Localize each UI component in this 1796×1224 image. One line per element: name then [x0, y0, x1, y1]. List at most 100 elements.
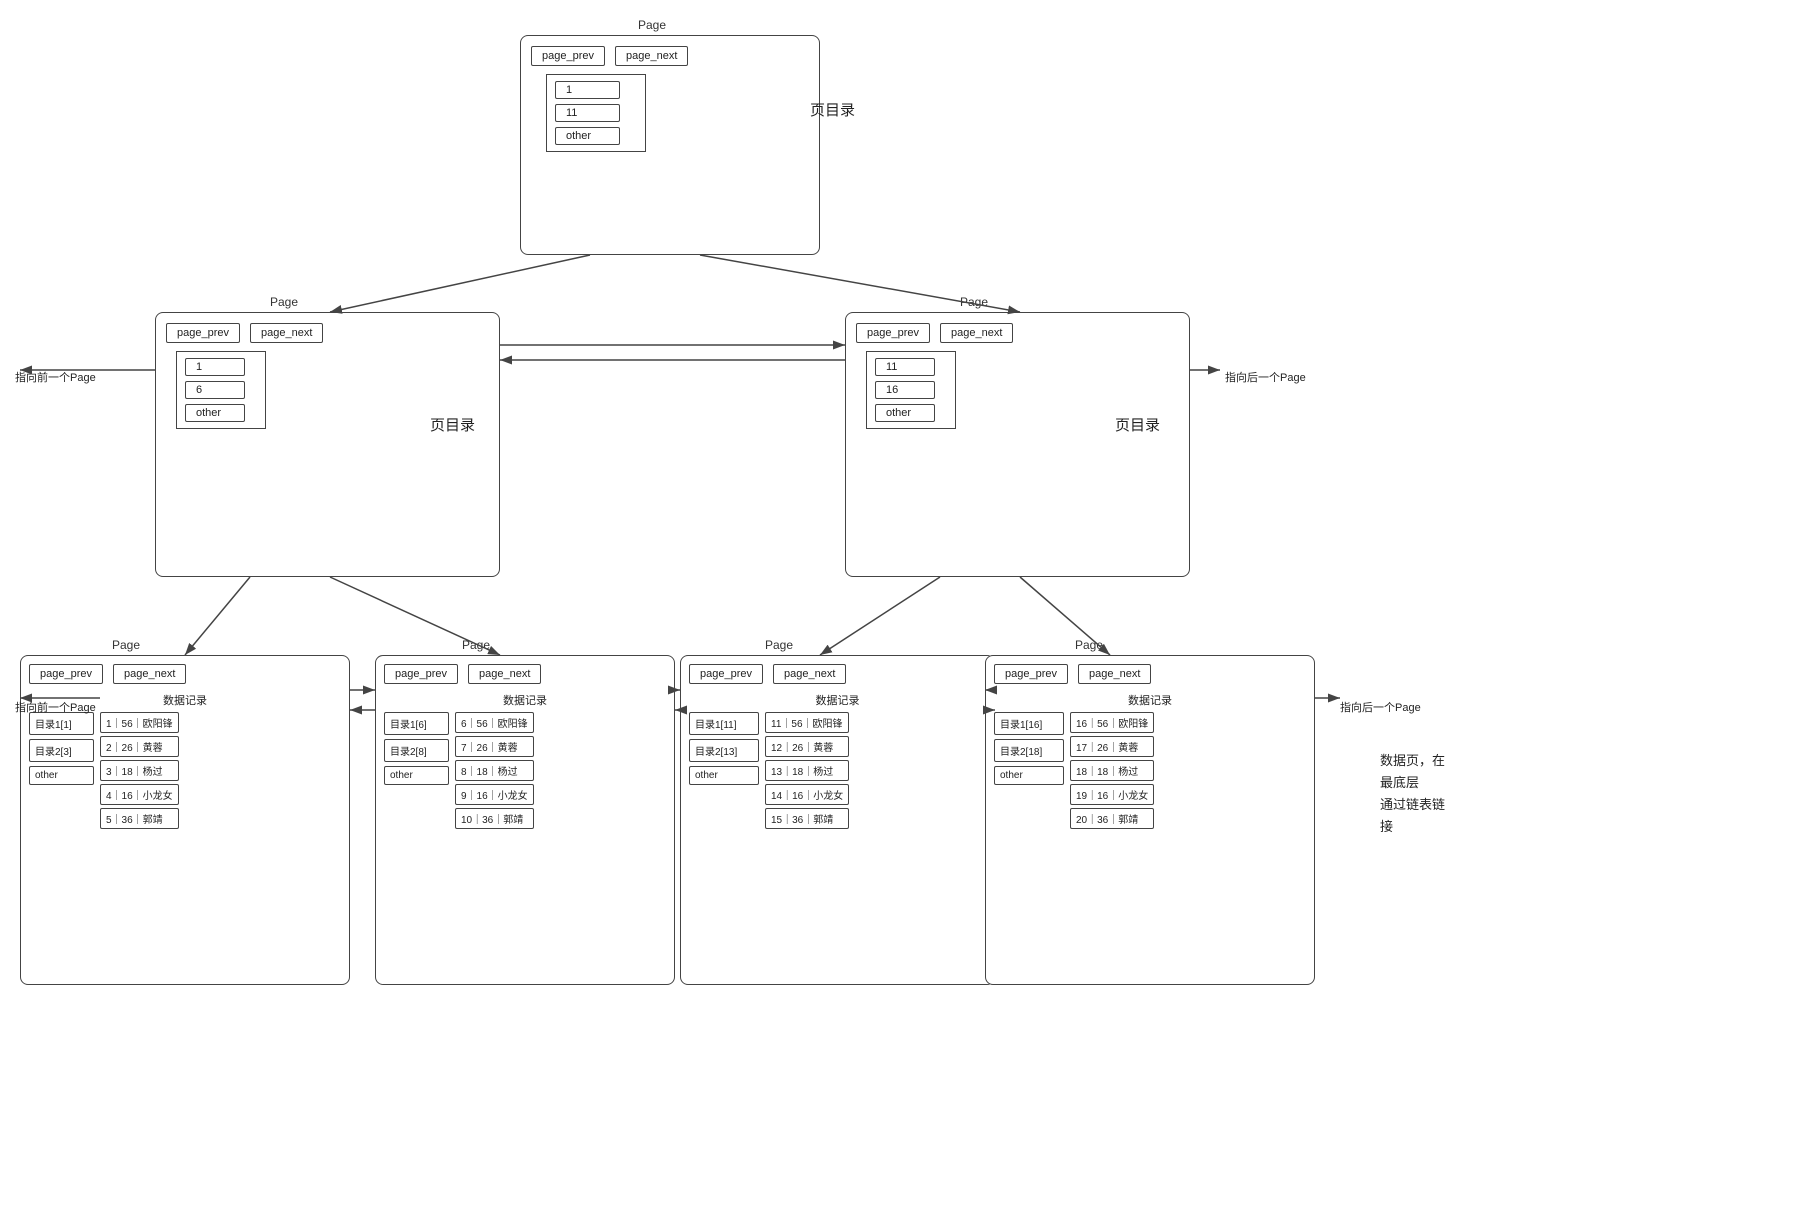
- mid-right-btn-row: page_prev page_next: [856, 323, 1179, 343]
- mid-right-index-11: 11: [875, 358, 935, 376]
- mid-right-page-label: Page: [960, 295, 988, 309]
- bottom-1-content: 目录1[1] 目录2[3] other 1｜56｜欧阳锋 2｜26｜黄蓉 3｜1…: [29, 712, 341, 829]
- mid-left-page-prev-btn[interactable]: page_prev: [166, 323, 240, 343]
- bottom-4-content: 目录1[16] 目录2[18] other 16｜56｜欧阳锋 17｜26｜黄蓉…: [994, 712, 1306, 829]
- mid-left-index-box: 1 6 other: [176, 351, 266, 429]
- top-btn-row: page_prev page_next: [531, 46, 809, 66]
- top-index-box: 1 11 other: [546, 74, 646, 152]
- mid-left-btn-row: page_prev page_next: [166, 323, 489, 343]
- bottom-4-idx-1: 目录1[16]: [994, 712, 1064, 735]
- top-catalog-label: 页目录: [810, 100, 855, 123]
- bottom-page-2-box: page_prev page_next 数据记录 目录1[6] 目录2[8] o…: [375, 655, 675, 985]
- bottom-2-page-next-btn[interactable]: page_next: [468, 664, 541, 684]
- bottom-1-page-next-btn[interactable]: page_next: [113, 664, 186, 684]
- mid-left-page-box: page_prev page_next 1 6 other: [155, 312, 500, 577]
- bottom-1-idx-other: other: [29, 766, 94, 785]
- bottom-4-page-next-btn[interactable]: page_next: [1078, 664, 1151, 684]
- bottom-1-idx-2: 目录2[3]: [29, 739, 94, 762]
- bottom-3-content: 目录1[11] 目录2[13] other 11｜56｜欧阳锋 12｜26｜黄蓉…: [689, 712, 986, 829]
- bottom-2-idx-other: other: [384, 766, 449, 785]
- bottom-4-row-2: 17｜26｜黄蓉: [1070, 736, 1154, 757]
- top-page-prev-btn[interactable]: page_prev: [531, 46, 605, 66]
- bottom-2-btn-row: page_prev page_next: [384, 664, 666, 684]
- bottom-3-row-1: 11｜56｜欧阳锋: [765, 712, 849, 733]
- bottom-3-idx-1: 目录1[11]: [689, 712, 759, 735]
- bottom-4-row-5: 20｜36｜郭靖: [1070, 808, 1154, 829]
- bottom-4-idx-2: 目录2[18]: [994, 739, 1064, 762]
- data-page-desc: 数据页，在最底层通过链表链接: [1380, 750, 1445, 838]
- bottom-1-data-rows: 1｜56｜欧阳锋 2｜26｜黄蓉 3｜18｜杨过 4｜16｜小龙女 5｜36｜郭…: [100, 712, 179, 829]
- bottom-3-btn-row: page_prev page_next: [689, 664, 986, 684]
- bottom-1-row-2: 2｜26｜黄蓉: [100, 736, 179, 757]
- bottom-1-index: 目录1[1] 目录2[3] other: [29, 712, 94, 829]
- bottom-2-row-3: 8｜18｜杨过: [455, 760, 534, 781]
- mid-left-page-next-btn[interactable]: page_next: [250, 323, 323, 343]
- bottom-2-row-5: 10｜36｜郭靖: [455, 808, 534, 829]
- bottom-3-row-3: 13｜18｜杨过: [765, 760, 849, 781]
- bottom-4-section-title: 数据记录: [994, 692, 1306, 708]
- bottom-page-1-label: Page: [112, 638, 140, 652]
- bottom-3-row-4: 14｜16｜小龙女: [765, 784, 849, 805]
- top-page-label: Page: [638, 18, 666, 32]
- top-page-box: page_prev page_next 1 11 other: [520, 35, 820, 255]
- point-prev-mid-left: 指向前一个Page: [15, 370, 96, 387]
- bottom-4-row-3: 18｜18｜杨过: [1070, 760, 1154, 781]
- bottom-4-index: 目录1[16] 目录2[18] other: [994, 712, 1064, 829]
- mid-left-page-label: Page: [270, 295, 298, 309]
- bottom-3-idx-2: 目录2[13]: [689, 739, 759, 762]
- arrows-svg: [0, 0, 1796, 1224]
- bottom-2-idx-2: 目录2[8]: [384, 739, 449, 762]
- bottom-1-row-3: 3｜18｜杨过: [100, 760, 179, 781]
- bottom-2-idx-1: 目录1[6]: [384, 712, 449, 735]
- bottom-1-btn-row: page_prev page_next: [29, 664, 341, 684]
- mid-right-index-other: other: [875, 404, 935, 422]
- bottom-3-data-rows: 11｜56｜欧阳锋 12｜26｜黄蓉 13｜18｜杨过 14｜16｜小龙女 15…: [765, 712, 849, 829]
- bottom-3-index: 目录1[11] 目录2[13] other: [689, 712, 759, 829]
- mid-left-catalog-label: 页目录: [430, 415, 475, 438]
- bottom-4-btn-row: page_prev page_next: [994, 664, 1306, 684]
- mid-right-page-prev-btn[interactable]: page_prev: [856, 323, 930, 343]
- bottom-1-page-prev-btn[interactable]: page_prev: [29, 664, 103, 684]
- top-index-other: other: [555, 127, 620, 145]
- bottom-3-page-prev-btn[interactable]: page_prev: [689, 664, 763, 684]
- bottom-2-index: 目录1[6] 目录2[8] other: [384, 712, 449, 829]
- bottom-3-row-2: 12｜26｜黄蓉: [765, 736, 849, 757]
- point-next-mid-right: 指向后一个Page: [1225, 370, 1306, 387]
- top-index-1: 1: [555, 81, 620, 99]
- bottom-4-row-1: 16｜56｜欧阳锋: [1070, 712, 1154, 733]
- mid-right-page-next-btn[interactable]: page_next: [940, 323, 1013, 343]
- bottom-3-row-5: 15｜36｜郭靖: [765, 808, 849, 829]
- bottom-page-3-label: Page: [765, 638, 793, 652]
- mid-right-index-box: 11 16 other: [866, 351, 956, 429]
- diagram-container: Page page_prev page_next 1 11 other 页目录 …: [0, 0, 1796, 1224]
- mid-left-index-1: 1: [185, 358, 245, 376]
- bottom-2-content: 目录1[6] 目录2[8] other 6｜56｜欧阳锋 7｜26｜黄蓉 8｜1…: [384, 712, 666, 829]
- bottom-page-4-label: Page: [1075, 638, 1103, 652]
- mid-right-catalog-label: 页目录: [1115, 415, 1160, 438]
- mid-right-index-16: 16: [875, 381, 935, 399]
- top-index-11: 11: [555, 104, 620, 122]
- bottom-4-row-4: 19｜16｜小龙女: [1070, 784, 1154, 805]
- bottom-1-row-1: 1｜56｜欧阳锋: [100, 712, 179, 733]
- point-next-bottom: 指向后一个Page: [1340, 700, 1421, 717]
- bottom-page-3-box: page_prev page_next 数据记录 目录1[11] 目录2[13]…: [680, 655, 995, 985]
- mid-left-index-other: other: [185, 404, 245, 422]
- bottom-2-data-rows: 6｜56｜欧阳锋 7｜26｜黄蓉 8｜18｜杨过 9｜16｜小龙女 10｜36｜…: [455, 712, 534, 829]
- bottom-4-idx-other: other: [994, 766, 1064, 785]
- bottom-page-2-label: Page: [462, 638, 490, 652]
- mid-left-index-6: 6: [185, 381, 245, 399]
- bottom-3-page-next-btn[interactable]: page_next: [773, 664, 846, 684]
- bottom-2-row-2: 7｜26｜黄蓉: [455, 736, 534, 757]
- bottom-3-section-title: 数据记录: [689, 692, 986, 708]
- bottom-1-row-4: 4｜16｜小龙女: [100, 784, 179, 805]
- bottom-3-idx-other: other: [689, 766, 759, 785]
- bottom-2-page-prev-btn[interactable]: page_prev: [384, 664, 458, 684]
- bottom-2-section-title: 数据记录: [384, 692, 666, 708]
- bottom-2-row-1: 6｜56｜欧阳锋: [455, 712, 534, 733]
- mid-right-page-box: page_prev page_next 11 16 other: [845, 312, 1190, 577]
- top-page-next-btn[interactable]: page_next: [615, 46, 688, 66]
- bottom-4-page-prev-btn[interactable]: page_prev: [994, 664, 1068, 684]
- bottom-page-4-box: page_prev page_next 数据记录 目录1[16] 目录2[18]…: [985, 655, 1315, 985]
- bottom-4-data-rows: 16｜56｜欧阳锋 17｜26｜黄蓉 18｜18｜杨过 19｜16｜小龙女 20…: [1070, 712, 1154, 829]
- bottom-1-row-5: 5｜36｜郭靖: [100, 808, 179, 829]
